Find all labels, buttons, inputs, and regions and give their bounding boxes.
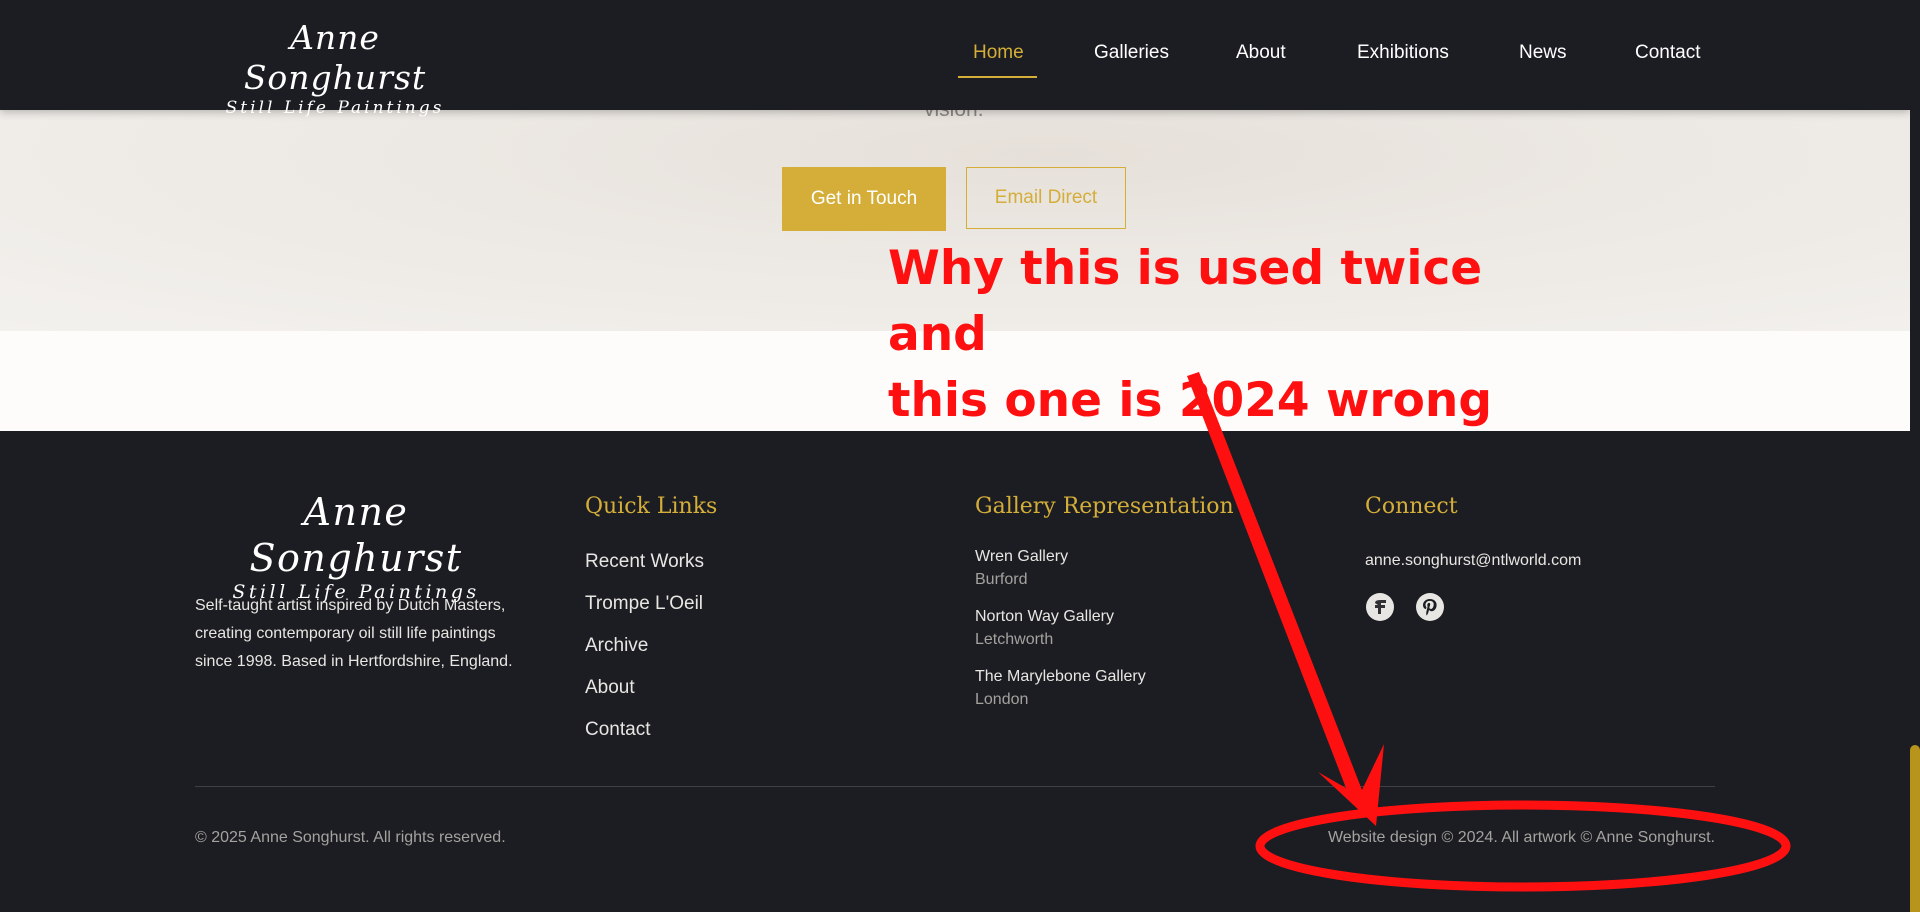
nav-galleries[interactable]: Galleries — [1094, 42, 1169, 64]
footer-description: Self-taught artist inspired by Dutch Mas… — [195, 597, 513, 670]
get-in-touch-button[interactable]: Get in Touch — [782, 167, 946, 231]
main-nav: Home Galleries About Exhibitions News Co… — [0, 0, 1910, 110]
quick-link-about[interactable]: About — [585, 675, 704, 717]
gallery-name: The Marylebone Gallery — [975, 668, 1146, 685]
gallery-location: Letchworth — [975, 631, 1054, 648]
gallery-name: Wren Gallery — [975, 548, 1069, 565]
copyright-text: © 2025 Anne Songhurst. All rights reserv… — [195, 829, 506, 846]
website-credit-text: Website design © 2024. All artwork © Ann… — [1327, 829, 1715, 846]
scrollbar[interactable] — [1910, 0, 1920, 912]
gallery-item: Norton Way Gallery Letchworth — [975, 606, 1146, 666]
nav-active-underline — [958, 76, 1037, 78]
facebook-icon[interactable] — [1365, 592, 1395, 622]
quick-link-contact[interactable]: Contact — [585, 717, 704, 759]
gallery-item: Wren Gallery Burford — [975, 546, 1146, 606]
nav-exhibitions[interactable]: Exhibitions — [1357, 42, 1449, 64]
nav-news[interactable]: News — [1519, 42, 1567, 64]
nav-contact[interactable]: Contact — [1635, 42, 1700, 64]
galleries-list: Wren Gallery Burford Norton Way Gallery … — [975, 546, 1146, 726]
gallery-name: Norton Way Gallery — [975, 608, 1114, 625]
scrollbar-thumb[interactable] — [1910, 745, 1920, 912]
cta-section — [0, 110, 1910, 331]
footer-logo-name: Anne Songhurst — [249, 490, 463, 580]
gallery-item: The Marylebone Gallery London — [975, 666, 1146, 726]
quick-link-trompe-loeil[interactable]: Trompe L'Oeil — [585, 591, 704, 633]
quick-link-recent-works[interactable]: Recent Works — [585, 549, 704, 591]
page: Anne Songhurst Still Life Paintings Home… — [0, 0, 1920, 912]
site-footer: Anne Songhurst Still Life Paintings Self… — [0, 431, 1910, 912]
quick-links-heading: Quick Links — [585, 494, 718, 519]
email-direct-button[interactable]: Email Direct — [966, 167, 1126, 229]
footer-logo[interactable]: Anne Songhurst Still Life Paintings — [196, 489, 516, 603]
gallery-location: Burford — [975, 571, 1028, 588]
nav-about[interactable]: About — [1236, 42, 1286, 64]
nav-home[interactable]: Home — [973, 42, 1024, 64]
quick-link-archive[interactable]: Archive — [585, 633, 704, 675]
galleries-heading: Gallery Representation — [975, 494, 1234, 519]
site-header: Anne Songhurst Still Life Paintings Home… — [0, 0, 1910, 118]
gallery-location: London — [975, 691, 1029, 708]
pinterest-icon[interactable] — [1415, 592, 1445, 622]
footer-divider — [195, 786, 1715, 787]
spacer-band — [0, 331, 1910, 431]
connect-heading: Connect — [1365, 494, 1458, 519]
email-link[interactable]: anne.songhurst@ntlworld.com — [1365, 552, 1581, 570]
quick-links-list: Recent Works Trompe L'Oeil Archive About… — [585, 549, 704, 759]
